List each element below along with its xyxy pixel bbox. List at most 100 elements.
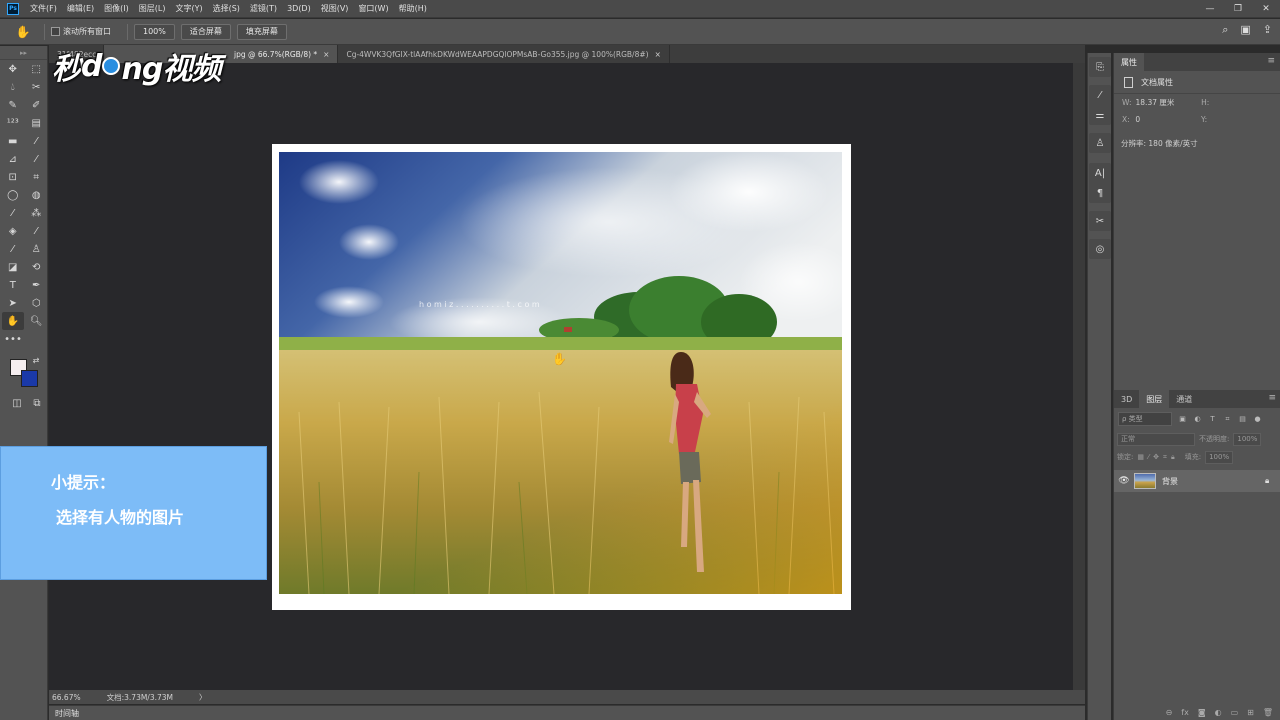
- menu-select[interactable]: 选择(S): [208, 3, 245, 14]
- eyedropper-tool-icon[interactable]: ⁄: [26, 132, 48, 150]
- blend-mode-select[interactable]: 正常: [1117, 432, 1195, 446]
- visibility-eye-icon[interactable]: 👁︎: [1114, 476, 1134, 486]
- lasso-tool-icon[interactable]: ✂: [26, 78, 48, 96]
- menu-type[interactable]: 文字(Y): [170, 3, 207, 14]
- tab-3d[interactable]: 3D: [1114, 390, 1139, 408]
- timeline-panel[interactable]: 时间轴: [49, 705, 1085, 720]
- object-select-icon[interactable]: ◍: [26, 186, 48, 204]
- background-color-swatch[interactable]: [21, 370, 38, 387]
- timeline-label[interactable]: 时间轴: [55, 708, 79, 719]
- status-menu-arrow-icon[interactable]: 〉: [199, 692, 207, 703]
- adjustment-filter-icon[interactable]: ◐: [1193, 415, 1202, 424]
- blur-tool-icon[interactable]: 💧︎: [2, 78, 24, 96]
- lock-move-icon[interactable]: ✥: [1153, 453, 1159, 461]
- scroll-all-checkbox[interactable]: [51, 27, 60, 36]
- width-value[interactable]: 18.37 厘米: [1136, 97, 1202, 108]
- swap-colors-icon[interactable]: ⇄: [30, 354, 42, 366]
- hand-tool-icon[interactable]: ✋: [2, 312, 24, 330]
- toolbar-grip-icon[interactable]: ▸▸: [0, 46, 47, 60]
- minimize-button[interactable]: —: [1196, 0, 1224, 18]
- eraser-tool-icon[interactable]: ◪: [2, 258, 24, 276]
- more-tools-icon[interactable]: •••: [2, 330, 24, 348]
- pen-tool-icon[interactable]: ✒: [26, 276, 48, 294]
- libraries-icon[interactable]: ◎: [1089, 239, 1111, 259]
- x-value[interactable]: 0: [1135, 115, 1201, 124]
- shape-filter-icon[interactable]: ⌗: [1223, 415, 1232, 424]
- filter-toggle-icon[interactable]: ●: [1253, 415, 1262, 424]
- tools-presets-icon[interactable]: ✂: [1089, 211, 1111, 231]
- character-panel-icon[interactable]: A|: [1089, 163, 1111, 183]
- panel-menu-icon[interactable]: ≡: [1268, 393, 1276, 403]
- marquee-tool-icon[interactable]: ⬚: [26, 60, 48, 78]
- add-mask-icon[interactable]: ◙: [1198, 708, 1206, 717]
- fill-input[interactable]: 100%: [1205, 450, 1234, 464]
- menu-3d[interactable]: 3D(D): [282, 4, 316, 13]
- clone-source-icon[interactable]: ♙: [1089, 133, 1111, 153]
- menu-view[interactable]: 视图(V): [316, 3, 354, 14]
- menu-window[interactable]: 窗口(W): [353, 3, 393, 14]
- quick-mask-icon[interactable]: ◫: [6, 394, 28, 412]
- lock-artboard-icon[interactable]: ⌗: [1163, 453, 1167, 462]
- menu-help[interactable]: 帮助(H): [394, 3, 432, 14]
- color-sampler-icon[interactable]: ⁄: [26, 150, 48, 168]
- close-button[interactable]: ✕: [1252, 0, 1280, 18]
- panel-menu-icon[interactable]: ≡: [1267, 56, 1275, 66]
- type-filter-icon[interactable]: T: [1208, 415, 1217, 424]
- menu-filter[interactable]: 滤镜(T): [245, 3, 282, 14]
- paragraph-panel-icon[interactable]: ¶: [1089, 183, 1111, 203]
- link-layers-icon[interactable]: ⊖: [1166, 708, 1173, 717]
- opacity-input[interactable]: 100%: [1233, 432, 1262, 446]
- canvas-area[interactable]: h o m i z . . . . . . . . . . t . c o m …: [49, 63, 1073, 690]
- type-tool-icon[interactable]: T: [2, 276, 24, 294]
- lock-transparent-icon[interactable]: ▦: [1137, 453, 1144, 461]
- smart-object-filter-icon[interactable]: ▤: [1238, 415, 1247, 424]
- history-brush-icon[interactable]: ⟲: [26, 258, 48, 276]
- vertical-scrollbar[interactable]: [1073, 63, 1085, 690]
- count-tool-icon[interactable]: ¹²³: [2, 114, 24, 132]
- crop-tool-icon[interactable]: ⌗: [26, 168, 48, 186]
- tab-channels[interactable]: 通道: [1169, 390, 1199, 408]
- stamp-tool-icon[interactable]: ♙: [26, 240, 48, 258]
- brush-settings-icon[interactable]: ⁄: [1089, 85, 1111, 105]
- brush-tool-icon[interactable]: ⁄: [26, 222, 48, 240]
- tab-doc-3[interactable]: Cg-4WVK3QfGIX-tlAAfhkDKWdWEAAPDGQlOPMsAB…: [338, 45, 670, 63]
- new-adjustment-icon[interactable]: ◐: [1215, 708, 1222, 717]
- tab-layers[interactable]: 图层: [1139, 390, 1170, 408]
- slice-tool-icon[interactable]: ⊿: [2, 150, 24, 168]
- workspace-icon[interactable]: ▣: [1240, 23, 1250, 37]
- menu-image[interactable]: 图像(I): [99, 3, 134, 14]
- share-icon[interactable]: ⇪: [1263, 23, 1272, 37]
- move-tool-icon[interactable]: ✥: [2, 60, 24, 78]
- close-tab-icon[interactable]: ×: [655, 50, 661, 59]
- layer-kind-filter[interactable]: ρ 类型: [1118, 412, 1172, 426]
- note-tool-icon[interactable]: ▤: [26, 114, 48, 132]
- adjustments-icon[interactable]: ⚌: [1089, 105, 1111, 125]
- pixel-filter-icon[interactable]: ▣: [1178, 415, 1187, 424]
- zoom-100-button[interactable]: 100%: [134, 23, 175, 40]
- path-select-icon[interactable]: ➤: [2, 294, 24, 312]
- brush-icon[interactable]: ⁄: [2, 240, 24, 258]
- paint-bucket-icon[interactable]: ◈: [2, 222, 24, 240]
- zoom-tool-icon[interactable]: 🔍︎: [26, 312, 48, 330]
- lock-all-icon[interactable]: 🔒︎: [1171, 453, 1175, 462]
- search-icon[interactable]: ⌕: [1222, 23, 1228, 37]
- close-tab-icon[interactable]: ×: [323, 50, 329, 59]
- hand-tool-preset-icon[interactable]: ✋: [8, 22, 38, 42]
- restore-button[interactable]: ❐: [1224, 0, 1252, 18]
- ruler-tool-icon[interactable]: ▬: [2, 132, 24, 150]
- menu-file[interactable]: 文件(F): [25, 3, 62, 14]
- lasso-icon[interactable]: ◯: [2, 186, 24, 204]
- history-panel-icon[interactable]: ⎘: [1089, 57, 1111, 77]
- new-layer-icon[interactable]: ⊞: [1247, 708, 1254, 717]
- fill-screen-button[interactable]: 填充屏幕: [236, 23, 287, 40]
- tab-properties[interactable]: 属性: [1114, 53, 1144, 71]
- screen-mode-icon[interactable]: ⧉: [26, 394, 48, 412]
- menu-edit[interactable]: 编辑(E): [62, 3, 99, 14]
- magic-wand-icon[interactable]: ⁂: [26, 204, 48, 222]
- layer-row-background[interactable]: 👁︎ 背景 🔒︎: [1114, 470, 1280, 492]
- lock-brush-icon[interactable]: ⁄: [1148, 453, 1149, 461]
- quick-select-icon[interactable]: ⁄: [2, 204, 24, 222]
- document-canvas[interactable]: h o m i z . . . . . . . . . . t . c o m: [272, 144, 851, 610]
- delete-layer-icon[interactable]: 🗑︎: [1263, 708, 1273, 717]
- shape-tool-icon[interactable]: ⬡: [26, 294, 48, 312]
